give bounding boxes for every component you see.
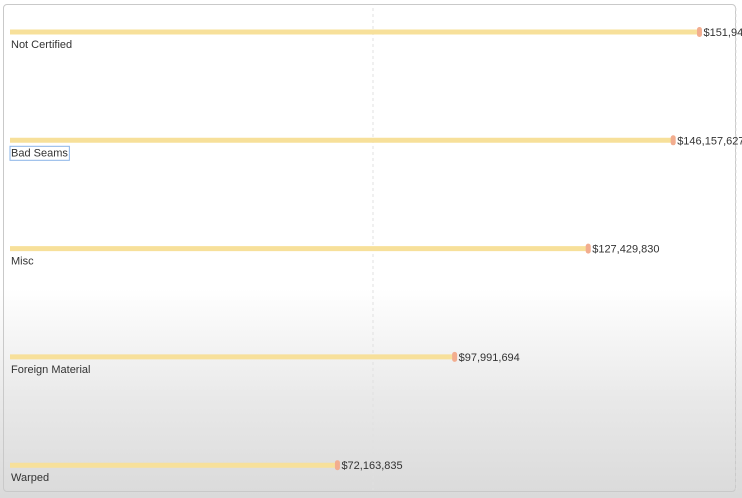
category-label-4: Foreign Material bbox=[11, 364, 90, 376]
marker-4 bbox=[452, 351, 458, 362]
marker-3 bbox=[585, 243, 591, 254]
category-label-5: Warped bbox=[11, 472, 49, 484]
value-label-1: $151,949,006 bbox=[703, 27, 742, 39]
value-label-4: $97,991,694 bbox=[459, 352, 520, 364]
value-label-2: $146,157,627 bbox=[677, 135, 742, 147]
marker-1 bbox=[696, 27, 702, 37]
marker-2 bbox=[670, 135, 676, 146]
category-label-3: Misc bbox=[11, 256, 34, 268]
category-label-2: Bad Seams bbox=[11, 147, 68, 159]
chart-marks: $151,949,006 Not Certified $146,157,627 Bad… bbox=[9, 27, 742, 484]
lollipop-chart: $151,949,006 Not Certified $146,157,627 Bad… bbox=[9, 8, 742, 490]
category-label-1: Not Certified bbox=[11, 39, 72, 51]
value-label-5: $72,163,835 bbox=[341, 460, 402, 472]
value-label-3: $127,429,830 bbox=[592, 244, 659, 256]
marker-5 bbox=[334, 460, 340, 471]
